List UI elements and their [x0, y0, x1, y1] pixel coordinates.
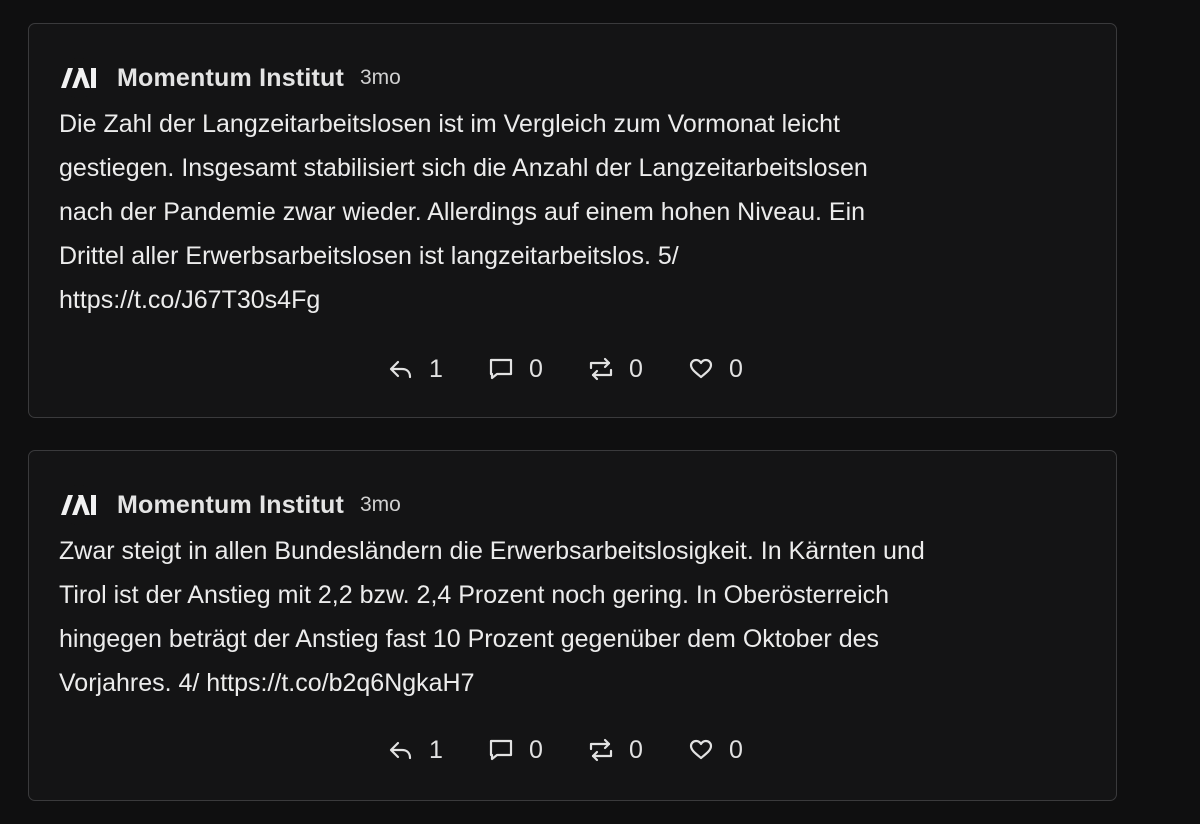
repost-button[interactable]: 0 [587, 355, 647, 384]
post-text-line: Vorjahres. 4/ https://t.co/b2q6NgkaH7 [59, 669, 475, 697]
reply-icon [387, 355, 415, 383]
post-timestamp[interactable]: 3mo [360, 66, 401, 90]
post-link[interactable]: https://t.co/J67T30s4Fg [59, 278, 1089, 322]
comment-icon [487, 355, 515, 383]
reply-count: 1 [429, 354, 443, 383]
post-text-line: nach der Pandemie zwar wieder. Allerding… [59, 198, 866, 226]
repost-button[interactable]: 0 [587, 736, 647, 765]
reply-icon [387, 736, 415, 764]
post-text-line: Tirol ist der Anstieg mit 2,2 bzw. 2,4 P… [59, 581, 890, 609]
comment-button[interactable]: 0 [487, 355, 547, 384]
author-name[interactable]: Momentum Institut [117, 64, 344, 93]
heart-icon [687, 355, 715, 383]
post-feed: Momentum Institut 3mo Die Zahl der Langz… [28, 23, 1117, 801]
like-button[interactable]: 0 [687, 736, 747, 765]
like-count: 0 [729, 735, 743, 764]
post-card[interactable]: Momentum Institut 3mo Die Zahl der Langz… [28, 23, 1117, 418]
repost-icon [587, 355, 615, 383]
post-timestamp[interactable]: 3mo [360, 493, 401, 517]
repost-count: 0 [629, 354, 643, 383]
like-count: 0 [729, 354, 743, 383]
post-text: Zwar steigt in allen Bundesländern die E… [59, 529, 1089, 705]
reply-button[interactable]: 1 [387, 355, 447, 384]
post-text-line: Die Zahl der Langzeitarbeitslosen ist im… [59, 110, 840, 138]
post-text-line: Zwar steigt in allen Bundesländern die E… [59, 537, 925, 565]
post-text-line: hingegen beträgt der Anstieg fast 10 Pro… [59, 625, 879, 653]
comment-count: 0 [529, 735, 543, 764]
reply-count: 1 [429, 735, 443, 764]
momentum-logo-icon [59, 66, 99, 90]
reply-button[interactable]: 1 [387, 736, 447, 765]
post-text-line: Drittel aller Erwerbsarbeitslosen ist la… [59, 242, 679, 270]
like-button[interactable]: 0 [687, 355, 747, 384]
author-name[interactable]: Momentum Institut [117, 491, 344, 520]
heart-icon [687, 736, 715, 764]
avatar[interactable] [59, 58, 99, 98]
post-text-line: gestiegen. Insgesamt stabilisiert sich d… [59, 154, 868, 182]
post-header: Momentum Institut 3mo [59, 58, 1086, 98]
post-actions: 1 0 0 0 [387, 732, 747, 768]
comment-button[interactable]: 0 [487, 736, 547, 765]
comment-icon [487, 736, 515, 764]
post-text: Die Zahl der Langzeitarbeitslosen ist im… [59, 102, 1089, 322]
repost-count: 0 [629, 735, 643, 764]
post-header: Momentum Institut 3mo [59, 485, 1086, 525]
comment-count: 0 [529, 354, 543, 383]
momentum-logo-icon [59, 493, 99, 517]
avatar[interactable] [59, 485, 99, 525]
post-actions: 1 0 0 0 [387, 351, 747, 387]
repost-icon [587, 736, 615, 764]
post-card[interactable]: Momentum Institut 3mo Zwar steigt in all… [28, 450, 1117, 801]
